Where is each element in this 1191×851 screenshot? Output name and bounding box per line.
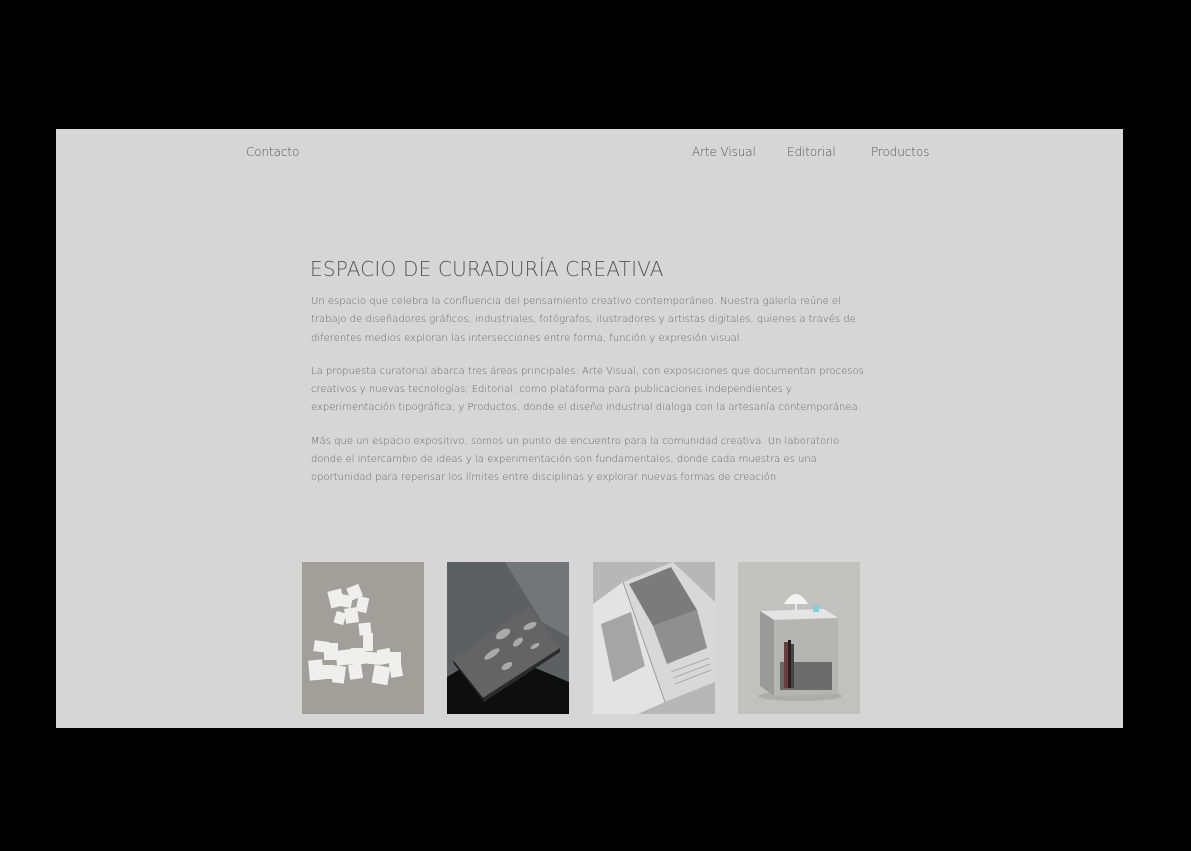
side-table-with-lamp-icon bbox=[738, 562, 860, 714]
gallery-thumb-productos[interactable] bbox=[738, 562, 860, 714]
gallery-thumb-editorial[interactable] bbox=[447, 562, 569, 714]
intro-paragraph-1: Un espacio que celebra la confluencia de… bbox=[311, 296, 856, 344]
dark-book-photo-icon bbox=[447, 562, 569, 714]
nav-contact-link[interactable]: Contacto bbox=[246, 145, 299, 159]
nav-item-productos[interactable]: Productos bbox=[871, 145, 929, 159]
paper-cutout-artwork-icon bbox=[302, 562, 424, 714]
gallery-thumb-publication[interactable] bbox=[593, 562, 715, 714]
browser-viewport: Contacto Arte Visual Editorial Productos… bbox=[56, 129, 1123, 728]
page-title: ESPACIO DE CURADURÍA CREATIVA bbox=[310, 257, 664, 281]
nav-item-editorial[interactable]: Editorial bbox=[787, 145, 836, 159]
intro-paragraph-3: Más que un espacio expositivo, somos un … bbox=[311, 435, 840, 484]
gallery-thumb-arte-visual[interactable] bbox=[302, 562, 424, 714]
open-newspaper-spread-icon bbox=[593, 562, 715, 714]
nav-item-arte-visual[interactable]: Arte Visual bbox=[692, 145, 756, 159]
intro-text: Un espacio que celebra la confluencia de… bbox=[311, 293, 871, 503]
intro-paragraph-2: La propuesta curatorial abarca tres área… bbox=[311, 365, 864, 414]
